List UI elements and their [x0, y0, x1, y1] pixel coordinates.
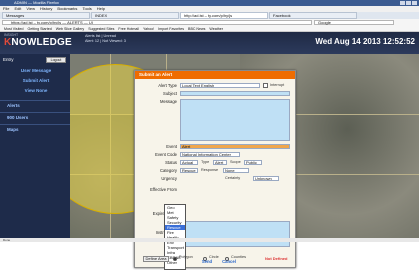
header-clock: Wed Aug 14 2013 12:52:52 — [315, 37, 415, 46]
define-area-button[interactable]: Define Area — [143, 256, 169, 262]
tab-active[interactable]: http://ad.lst – ty.com/p/hy/js — [180, 12, 268, 19]
bookmark-item[interactable]: Getting Started — [28, 26, 52, 31]
urgency-row: Urgency Certainty Unknown — [135, 175, 297, 182]
event-row: Event Alert — [135, 143, 297, 150]
sidebar-section-alerts[interactable]: Alerts — [0, 100, 70, 109]
bookmark-item[interactable]: Most Visited — [4, 26, 24, 31]
section-label: Alerts — [7, 103, 20, 108]
app-header: INSIGHT KNOWLEDGE Alerts list | Unread A… — [0, 32, 419, 54]
logo-rest: NOWLEDGE — [11, 37, 72, 48]
sidebar: Entry Logout User Message Submit Alert V… — [0, 54, 70, 242]
sidebar-link-view[interactable]: View None — [10, 88, 62, 94]
tab-index[interactable]: INDEX — [91, 12, 179, 19]
bookmark-item[interactable]: Suggested Sites — [88, 26, 114, 31]
expire-row: Expire Hours — [135, 210, 297, 217]
subject-label: Subject — [163, 91, 177, 96]
sidebar-section-users[interactable]: 900 Users — [0, 112, 70, 121]
header-status-line2: Alert: 12 | Not Viewed: 3 — [85, 39, 126, 43]
bookmark-item[interactable]: Yahoo! — [143, 26, 154, 31]
interrupt-checkbox[interactable] — [263, 83, 268, 88]
message-textarea[interactable] — [180, 99, 290, 141]
subject-field[interactable] — [180, 91, 290, 96]
interrupt-label: Interrupt — [270, 83, 285, 87]
entry-label: Entry — [3, 57, 14, 62]
sidebar-link-user-message[interactable]: User Message — [10, 68, 62, 74]
minimize-icon[interactable] — [400, 1, 405, 5]
app-window: INSIGHT KNOWLEDGE Alerts list | Unread A… — [0, 32, 419, 270]
sidebar-link-submit-alert[interactable]: Submit Alert — [10, 78, 62, 84]
status-select[interactable]: Actual — [180, 160, 198, 165]
instructions-textarea[interactable] — [180, 221, 290, 247]
certainty-select[interactable]: Unknown — [253, 176, 279, 181]
browser-statusbar: Done — [0, 238, 419, 242]
bookmark-item[interactable]: Free Hotmail — [118, 26, 139, 31]
window-buttons — [400, 1, 417, 5]
alert-type-label: Alert Type — [158, 83, 177, 88]
maximize-icon[interactable] — [406, 1, 411, 5]
area-status: Not Defined — [265, 256, 288, 261]
logout-button[interactable]: Logout — [46, 57, 66, 63]
event-label: Event — [166, 144, 177, 149]
sidebar-section-maps[interactable]: Maps — [0, 124, 70, 133]
category-label: Category — [160, 168, 177, 173]
effective-row: Effective From — [135, 186, 297, 193]
browser-tabs: Messages INDEX http://ad.lst – ty.com/p/… — [0, 12, 419, 19]
bookmark-item[interactable]: BBC News — [188, 26, 205, 31]
status-label: Status — [165, 160, 177, 165]
event-code-label: Event Code — [155, 152, 177, 157]
sidebar-links: User Message Submit Alert View None — [10, 68, 62, 98]
event-code-select[interactable]: National Information Center — [180, 152, 240, 157]
address-bar[interactable]: https://ad.lst – ty.com/p/hy/js — ALERTS… — [2, 20, 312, 25]
scope-label: Scope — [230, 160, 241, 164]
bookmark-item[interactable]: Import Favorites — [158, 26, 184, 31]
type-select[interactable]: Alert — [213, 160, 227, 165]
category-select[interactable]: Rescue — [180, 168, 198, 173]
tab-messages[interactable]: Messages — [2, 12, 90, 19]
category-row: Category Rescue Response None — [135, 167, 297, 174]
polygon-label: Polygon — [179, 255, 193, 259]
send-button[interactable]: Send — [199, 259, 215, 265]
close-icon[interactable] — [412, 1, 417, 5]
event-field[interactable]: Alert — [180, 144, 290, 149]
response-label: Response — [201, 168, 219, 172]
app-logo: KNOWLEDGE — [4, 37, 72, 48]
response-select[interactable]: None — [223, 168, 249, 173]
section-label: 900 Users — [7, 115, 29, 120]
tab-facebook[interactable]: Facebook — [269, 12, 357, 19]
alert-type-select[interactable]: Local Text English — [180, 83, 260, 88]
dialog-title: Submit an Alert — [135, 71, 295, 79]
polygon-radio[interactable] — [173, 257, 177, 261]
certainty-label: Certainty — [225, 176, 241, 180]
alert-type-row: Alert Type Local Text English Interrupt — [135, 82, 297, 89]
effective-label: Effective From — [150, 187, 177, 192]
search-input[interactable]: Google — [314, 20, 394, 25]
bookmark-item[interactable]: Web Slice Gallery — [56, 26, 85, 31]
subject-row: Subject — [135, 90, 297, 97]
type-label: Type — [201, 160, 210, 164]
cancel-button[interactable]: Cancel — [219, 259, 239, 265]
section-label: Maps — [7, 127, 19, 132]
event-code-row: Event Code National Information Center — [135, 151, 297, 158]
message-label: Message — [160, 99, 177, 104]
scope-select[interactable]: Public — [244, 160, 262, 165]
browser-title: ADMIN — Mozilla Firefox — [14, 0, 59, 5]
header-status: Alerts list | Unread Alert: 12 | Not Vie… — [85, 34, 126, 44]
status-row: Status Actual Type Alert Scope Public — [135, 159, 297, 166]
urgency-label: Urgency — [161, 176, 177, 181]
bookmark-item[interactable]: Weather — [209, 26, 223, 31]
browser-navbar: https://ad.lst – ty.com/p/hy/js — ALERTS… — [0, 19, 419, 26]
